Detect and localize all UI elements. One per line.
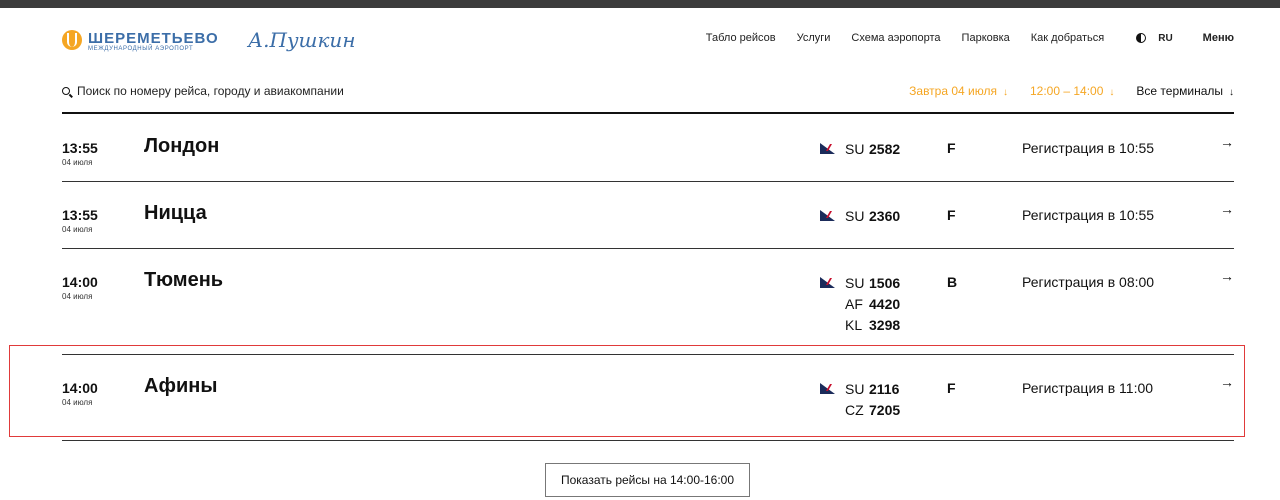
arrow-right-icon[interactable]: → — [1220, 268, 1234, 284]
flight-number: 2582 — [869, 140, 901, 157]
checkin-status: Регистрация в 10:55 — [1022, 207, 1155, 223]
selection-highlight — [9, 345, 1245, 437]
search-placeholder: Поиск по номеру рейса, городу и авиакомп… — [77, 84, 344, 98]
aeroflot-logo-icon — [820, 277, 836, 288]
flight-codes: SU 1506 AF 4420 KL 3298 — [820, 272, 900, 335]
flight-number: 2360 — [869, 207, 901, 224]
checkin-status: Регистрация в 08:00 — [1022, 274, 1155, 290]
flight-time: 14:00 — [62, 274, 98, 290]
terminal: F — [947, 140, 956, 156]
filter-bar: Поиск по номеру рейса, городу и авиакомп… — [62, 80, 1234, 114]
chevron-down-icon: ↓ — [1229, 87, 1234, 98]
flight-destination: Тюмень — [144, 269, 224, 291]
logo-name: ШЕРЕМЕТЬЕВО — [88, 30, 219, 47]
nav-flight-board[interactable]: Табло рейсов — [706, 32, 776, 44]
date-filter-label: Завтра 04 июля — [909, 84, 997, 98]
nav-airport-map[interactable]: Схема аэропорта — [851, 32, 940, 44]
flight-destination: Лондон — [144, 135, 220, 157]
flight-row[interactable]: 14:00 04 июля Тюмень SU 1506 AF 4420 KL 329… — [62, 249, 1234, 355]
flight-number: 3298 — [869, 316, 901, 333]
browser-top-strip — [0, 0, 1280, 8]
logo-subtitle: МЕЖДУНАРОДНЫЙ АЭРОПОРТ — [88, 46, 194, 52]
nav-services[interactable]: Услуги — [797, 32, 831, 44]
main-nav: Табло рейсов Услуги Схема аэропорта Парк… — [685, 32, 1234, 44]
arrow-right-icon[interactable]: → — [1220, 201, 1234, 217]
airport-emblem-icon — [62, 30, 82, 50]
site-header: ШЕРЕМЕТЬЕВО МЕЖДУНАРОДНЫЙ АЭРОПОРТ А.Пуш… — [62, 24, 1234, 58]
flight-row[interactable]: 13:55 04 июля Ницца SU 2360 F Регистрация… — [62, 182, 1234, 249]
flight-number: 1506 — [869, 274, 901, 291]
nav-parking[interactable]: Парковка — [962, 32, 1010, 44]
contrast-toggle-icon[interactable] — [1136, 33, 1147, 43]
flight-row[interactable]: 13:55 04 июля Лондон SU 2582 F Регистраци… — [62, 116, 1234, 182]
airline-code: KL — [845, 316, 863, 333]
checkin-status: Регистрация в 10:55 — [1022, 140, 1155, 156]
flight-codes: SU 2360 — [820, 205, 900, 226]
chevron-down-icon: ↓ — [1002, 87, 1008, 98]
terminal-filter-label: Все терминалы — [1136, 84, 1223, 98]
flight-number: 4420 — [869, 295, 901, 312]
flight-time: 13:55 — [62, 140, 98, 156]
time-filter[interactable]: 12:00 – 14:00 ↓ — [1030, 84, 1114, 98]
arrow-right-icon[interactable]: → — [1220, 134, 1234, 150]
pushkin-signature: А.Пушкин — [248, 28, 356, 52]
date-filter[interactable]: Завтра 04 июля ↓ — [909, 84, 1008, 98]
aeroflot-logo-icon — [820, 210, 836, 221]
search-input[interactable]: Поиск по номеру рейса, городу и авиакомп… — [62, 84, 344, 98]
airline-code: SU — [845, 274, 865, 291]
flight-date: 04 июля — [62, 158, 93, 167]
flight-destination: Ницца — [144, 202, 207, 224]
filters: Завтра 04 июля ↓ 12:00 – 14:00 ↓ Все терми… — [887, 84, 1234, 98]
airline-code: SU — [845, 207, 865, 224]
aeroflot-logo-icon — [820, 143, 836, 154]
chevron-down-icon: ↓ — [1109, 87, 1115, 98]
time-filter-label: 12:00 – 14:00 — [1029, 84, 1104, 98]
flight-date: 04 июля — [62, 225, 93, 234]
terminal-filter[interactable]: Все терминалы ↓ — [1136, 84, 1234, 98]
airline-code: SU — [845, 140, 865, 157]
menu-button[interactable]: Меню — [1203, 32, 1234, 44]
flight-date: 04 июля — [62, 292, 93, 301]
search-icon — [62, 87, 70, 95]
airline-code: AF — [845, 295, 863, 312]
flight-codes: SU 2582 — [820, 138, 900, 159]
language-switch[interactable]: RU — [1158, 33, 1172, 44]
nav-directions[interactable]: Как добраться — [1031, 32, 1104, 44]
airport-logo[interactable]: ШЕРЕМЕТЬЕВО МЕЖДУНАРОДНЫЙ АЭРОПОРТ — [62, 28, 228, 54]
terminal: F — [947, 207, 956, 223]
flight-time: 13:55 — [62, 207, 98, 223]
terminal: B — [947, 274, 958, 290]
show-more-flights-button[interactable]: Показать рейсы на 14:00-16:00 — [545, 463, 750, 497]
